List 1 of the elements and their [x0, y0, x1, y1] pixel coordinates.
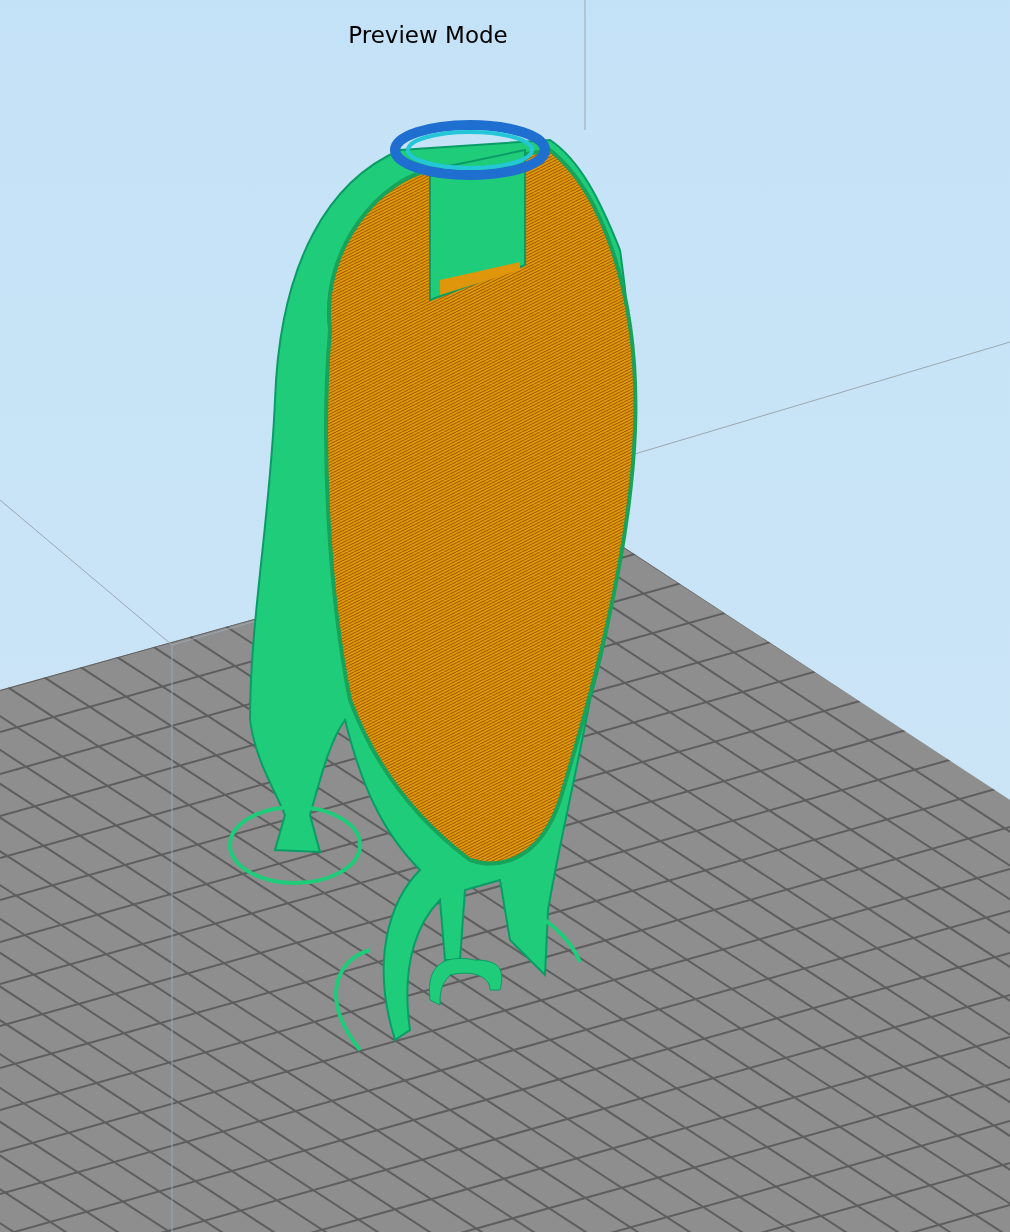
viewport-title: Preview Mode: [348, 21, 508, 50]
